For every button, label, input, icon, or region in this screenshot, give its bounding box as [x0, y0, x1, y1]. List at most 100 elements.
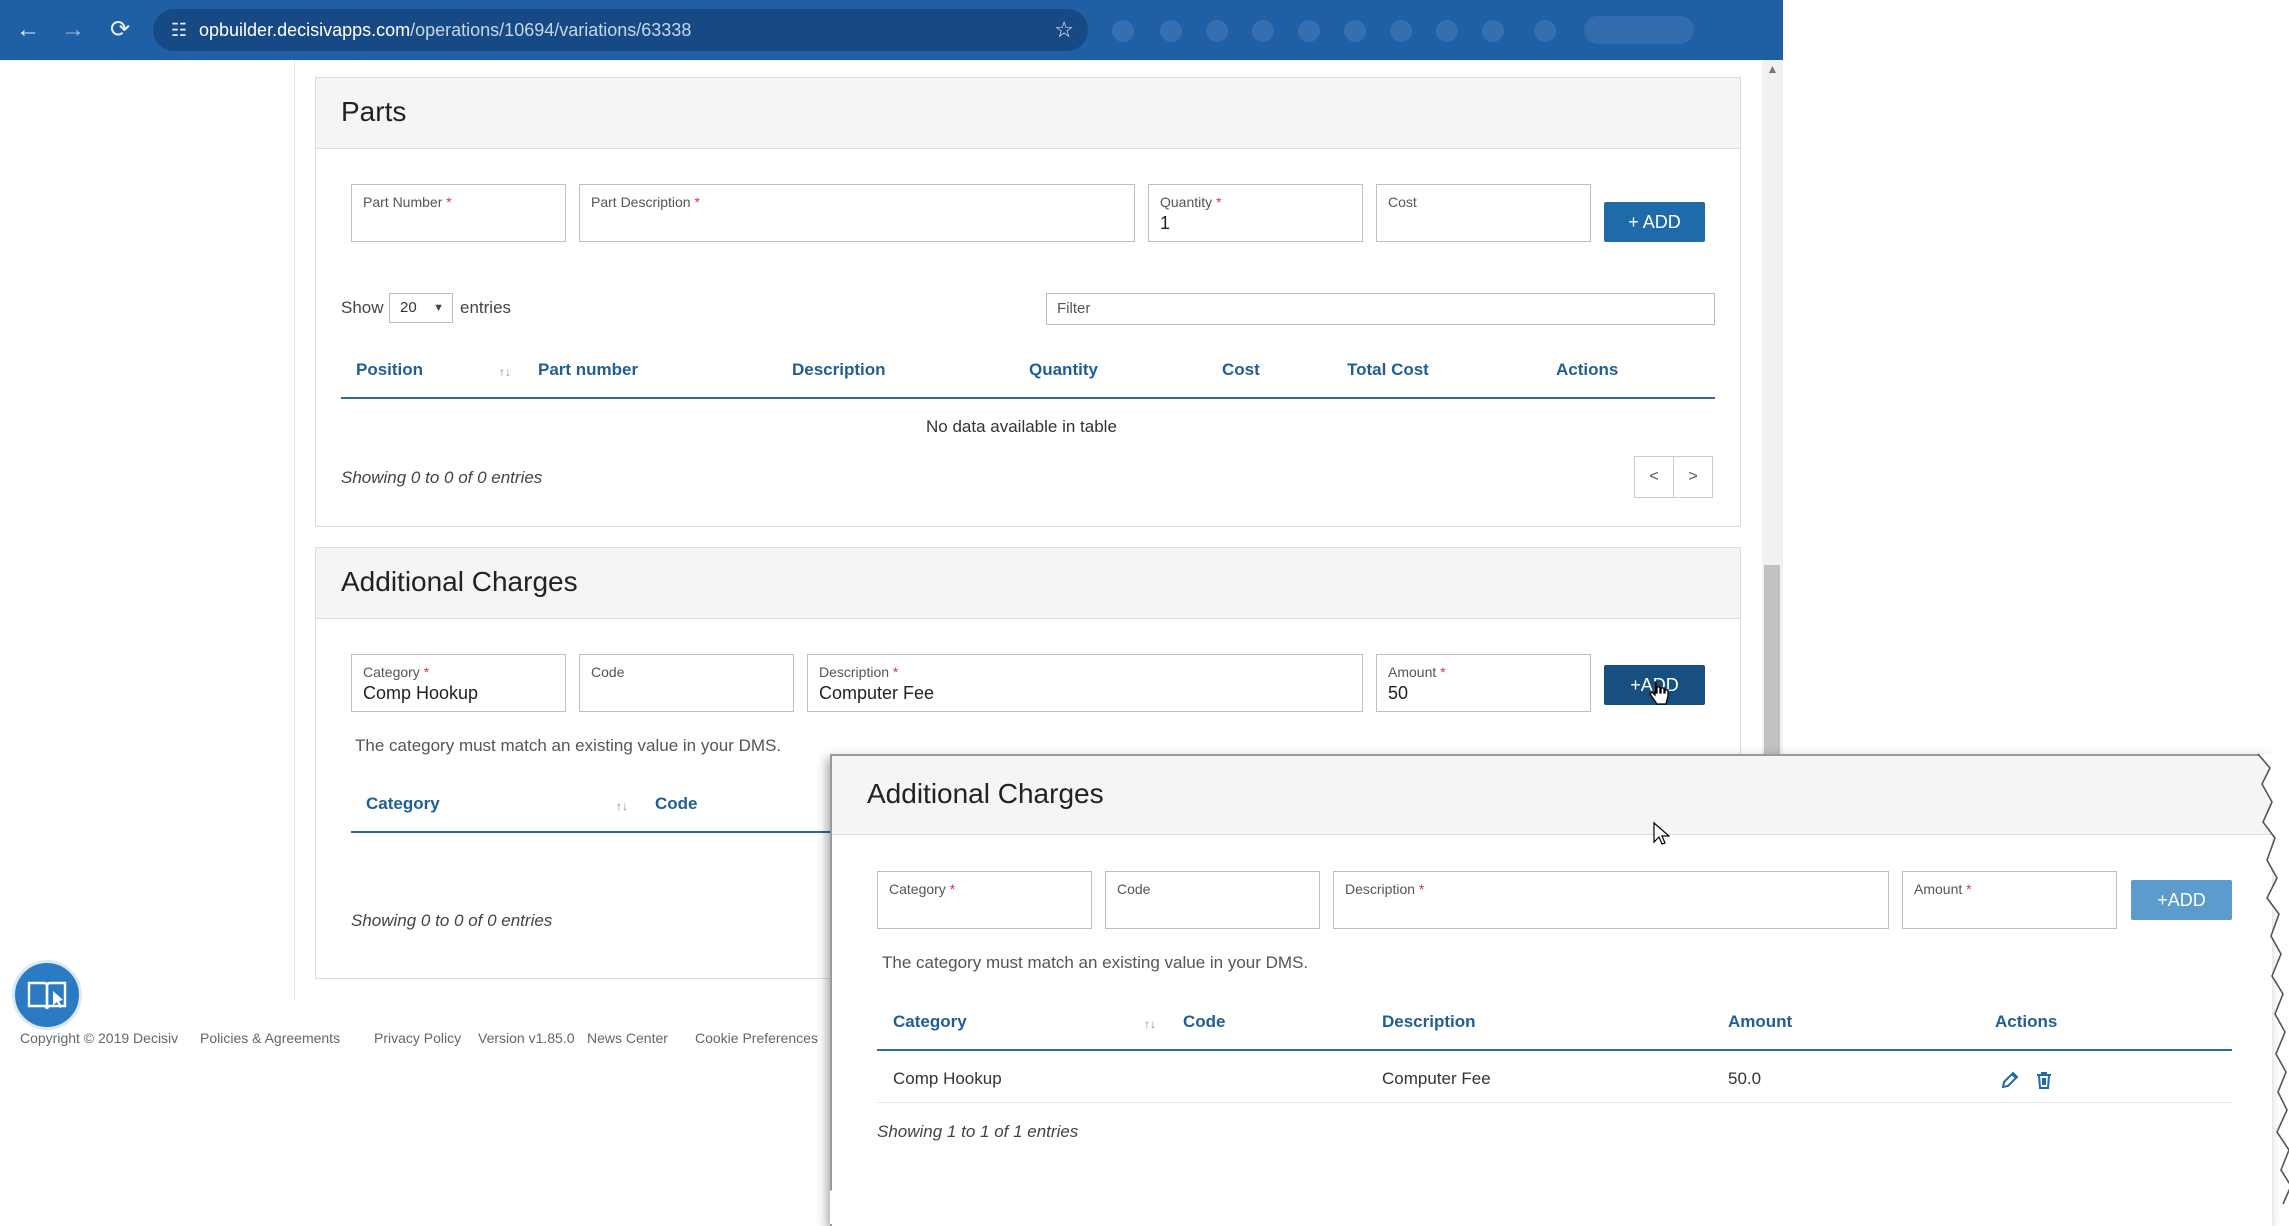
hand-cursor-icon [1649, 681, 1669, 705]
column-header-total-cost[interactable]: Total Cost [1347, 360, 1429, 380]
column-header-part-number[interactable]: Part number [538, 360, 638, 380]
scroll-up-arrow-icon[interactable]: ▲ [1762, 62, 1783, 76]
reload-icon[interactable]: ⟳ [104, 14, 136, 46]
footer-link-cookie-preferences[interactable]: Cookie Preferences [695, 1030, 818, 1046]
category-help-text: The category must match an existing valu… [355, 736, 782, 755]
footer-link-privacy[interactable]: Privacy Policy [374, 1030, 461, 1046]
bookmark-star-icon[interactable]: ☆ [1054, 17, 1074, 43]
copyright-text: Copyright © 2019 Decisiv [20, 1030, 179, 1046]
amount-value: 50 [1388, 683, 1409, 703]
callout-code-field[interactable]: Code [1105, 871, 1320, 929]
quantity-field[interactable]: Quantity * 1 [1148, 184, 1363, 242]
table-info: Showing 0 to 0 of 0 entries [341, 468, 543, 487]
callout-column-header-description[interactable]: Description [1382, 1012, 1476, 1032]
parts-panel: Parts Part Number * Part Description * Q… [315, 77, 1741, 527]
callout-table-info: Showing 1 to 1 of 1 entries [877, 1122, 1079, 1141]
next-page-button[interactable]: > [1673, 456, 1713, 498]
column-header-quantity[interactable]: Quantity [1029, 360, 1098, 380]
entries-per-page-select[interactable]: 20 ▼ [389, 293, 453, 323]
cost-field[interactable]: Cost [1376, 184, 1591, 242]
column-header-code[interactable]: Code [655, 794, 698, 814]
url-path: /operations/10694/variations/63338 [410, 20, 692, 40]
table-header-rule [877, 1049, 2232, 1051]
description-field[interactable]: Description * Computer Fee [807, 654, 1363, 712]
callout-column-header-code[interactable]: Code [1183, 1012, 1226, 1032]
delete-trash-icon[interactable] [2033, 1069, 2055, 1091]
callout-add-button[interactable]: +ADD [2131, 880, 2232, 920]
callout-title: Additional Charges [867, 778, 1104, 809]
entries-per-page-value: 20 [400, 299, 417, 316]
address-bar[interactable]: ☷ opbuilder.decisivapps.com/operations/1… [153, 9, 1088, 51]
sort-arrows-icon[interactable]: ↑↓ [1144, 1017, 1156, 1031]
callout-description-field[interactable]: Description * [1333, 871, 1889, 929]
description-value: Computer Fee [819, 683, 935, 703]
caret-down-icon: ▼ [433, 302, 444, 314]
column-header-position[interactable]: Position [356, 360, 423, 380]
footer-link-news-center[interactable]: News Center [587, 1030, 668, 1046]
sidebar-divider [294, 60, 295, 1000]
additional-charges-title: Additional Charges [341, 566, 578, 597]
field-label: Code [591, 664, 625, 680]
field-label: Amount * [1914, 881, 1972, 897]
extension-icon[interactable] [1534, 20, 1556, 42]
row-description: Computer Fee [1382, 1069, 1491, 1088]
field-label: Quantity * [1160, 194, 1222, 210]
scrollbar-thumb[interactable] [1764, 565, 1780, 760]
forward-arrow-icon[interactable]: → [57, 14, 89, 46]
part-number-field[interactable]: Part Number * [351, 184, 566, 242]
extension-icon[interactable] [1206, 20, 1228, 42]
extension-icon[interactable] [1252, 20, 1274, 42]
empty-table-message: No data available in table [926, 417, 1117, 436]
field-label: Description * [1345, 881, 1425, 897]
row-amount: 50.0 [1728, 1069, 1762, 1088]
row-category: Comp Hookup [893, 1069, 1002, 1088]
entries-label: entries [460, 298, 512, 317]
callout-header: Additional Charges [832, 756, 2272, 835]
category-field[interactable]: Category * Comp Hookup [351, 654, 566, 712]
help-book-icon[interactable] [12, 960, 82, 1030]
sort-arrows-icon[interactable]: ↑↓ [616, 799, 628, 813]
extension-icon[interactable] [1298, 20, 1320, 42]
extension-icon[interactable] [1112, 20, 1134, 42]
callout-column-header-amount[interactable]: Amount [1728, 1012, 1792, 1032]
edit-pencil-icon[interactable] [1999, 1069, 2021, 1091]
site-settings-icon[interactable]: ☷ [167, 18, 191, 42]
column-header-cost[interactable]: Cost [1222, 360, 1260, 380]
extension-icon[interactable] [1390, 20, 1412, 42]
extension-icon[interactable] [1344, 20, 1366, 42]
arrow-cursor-icon [1653, 821, 1670, 845]
code-field[interactable]: Code [579, 654, 794, 712]
table-header-rule [341, 397, 1715, 399]
field-label: Category * [889, 881, 956, 897]
callout-category-field[interactable]: Category * [877, 871, 1092, 929]
filter-input[interactable]: Filter [1046, 293, 1715, 325]
column-header-description[interactable]: Description [792, 360, 886, 380]
callout-column-header-category[interactable]: Category [893, 1012, 967, 1032]
callout-amount-field[interactable]: Amount * [1902, 871, 2117, 929]
amount-field[interactable]: Amount * 50 [1376, 654, 1591, 712]
parts-header: Parts [316, 78, 1740, 149]
profile-button[interactable] [1584, 16, 1694, 44]
add-part-button[interactable]: + ADD [1604, 202, 1705, 242]
back-arrow-icon[interactable]: ← [12, 14, 44, 46]
column-header-category[interactable]: Category [366, 794, 440, 814]
footer-link-policies[interactable]: Policies & Agreements [200, 1030, 340, 1046]
zoom-callout: Additional Charges Category * Code Descr… [830, 754, 2272, 1226]
prev-page-button[interactable]: < [1634, 456, 1674, 498]
table-info: Showing 0 to 0 of 0 entries [351, 911, 553, 930]
part-description-field[interactable]: Part Description * [579, 184, 1135, 242]
field-label: Amount * [1388, 664, 1446, 680]
extension-icon[interactable] [1482, 20, 1504, 42]
extension-icon[interactable] [1160, 20, 1182, 42]
show-label: Show [341, 298, 384, 317]
field-label: Category * [363, 664, 430, 680]
callout-category-help-text: The category must match an existing valu… [882, 953, 1309, 972]
url-text[interactable]: opbuilder.decisivapps.com/operations/106… [199, 20, 691, 41]
extension-icon[interactable] [1436, 20, 1458, 42]
quantity-value: 1 [1160, 213, 1171, 233]
sort-arrows-icon[interactable]: ↑↓ [499, 365, 511, 379]
additional-charges-header: Additional Charges [316, 548, 1740, 619]
field-label: Part Number * [363, 194, 452, 210]
url-host: opbuilder.decisivapps.com [199, 20, 411, 40]
browser-toolbar: ← → ⟳ ☷ opbuilder.decisivapps.com/operat… [0, 0, 1783, 60]
